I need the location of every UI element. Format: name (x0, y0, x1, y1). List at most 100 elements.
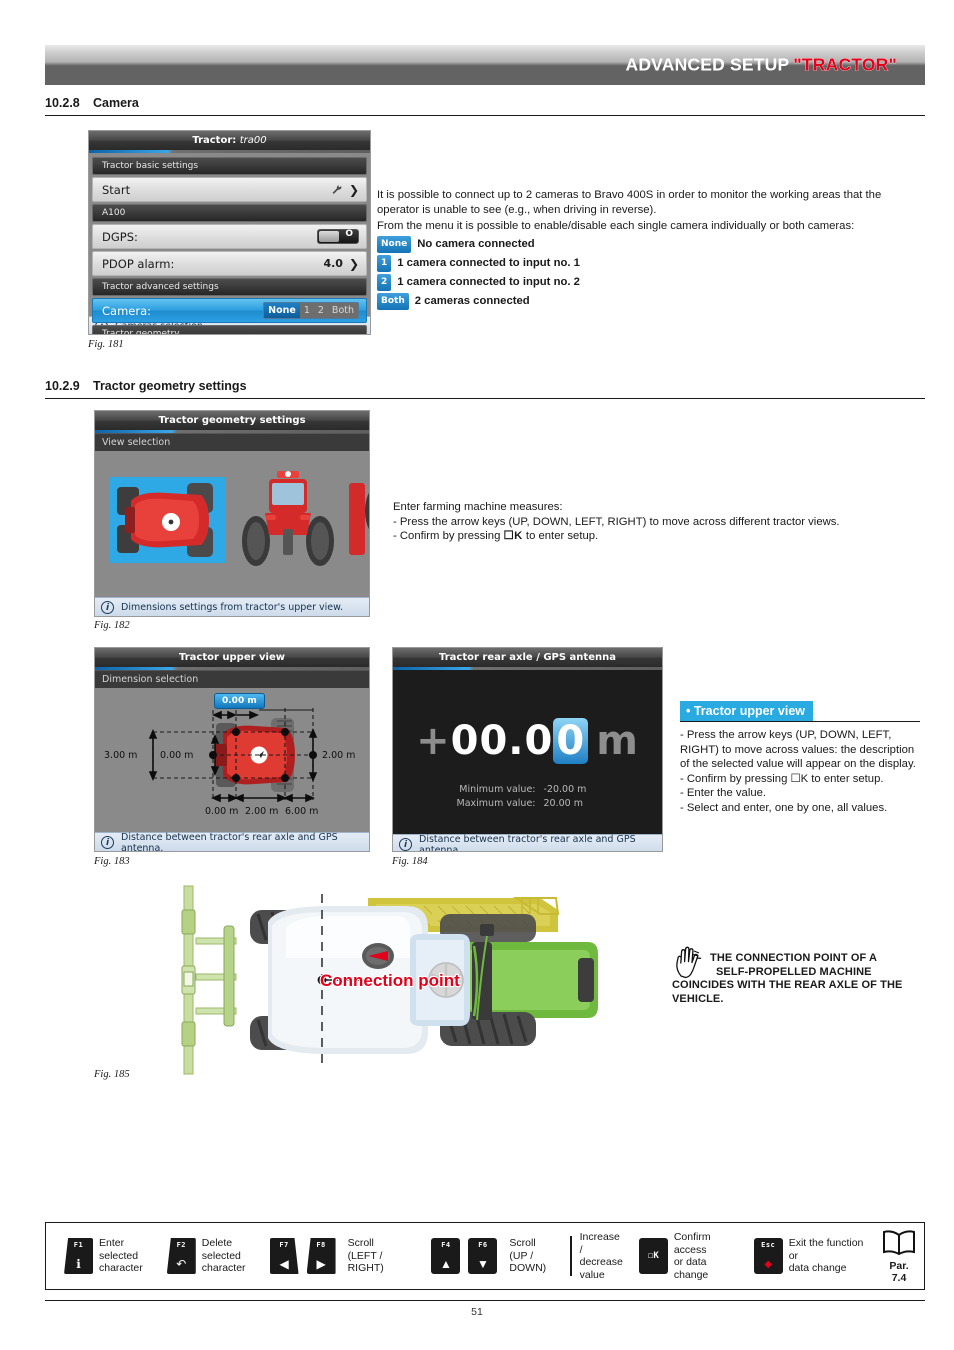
footer-rule (45, 1300, 925, 1301)
fig182-caption: Fig. 182 (94, 620, 130, 631)
fig185-caption: Fig. 185 (94, 1069, 130, 1080)
fig184-screen: Tractor rear axle / GPS antenna +00.00 m … (392, 647, 663, 852)
view-option-rear[interactable] (241, 469, 335, 573)
camera-option-1[interactable]: 1 (300, 303, 314, 318)
fig182-view-selection-area (95, 451, 369, 597)
key-f6[interactable]: F6 ▼ (468, 1238, 498, 1274)
highlighted-dimension-value[interactable]: 0.00 m (214, 693, 265, 709)
warning-line-3: COINCIDES WITH THE REAR AXLE OF THE (672, 979, 903, 991)
fig182-screen-title: Tractor geometry settings (95, 411, 369, 430)
warning-line-4: VEHICLE. (672, 992, 724, 1005)
badge-1: 1 (377, 255, 392, 272)
tractor-upper-view-icon (117, 483, 213, 557)
key-f8[interactable]: F8 ▶ (306, 1238, 336, 1274)
page-title-main: ADVANCED SETUP (625, 54, 790, 75)
row-dgps-label: DGPS: (102, 229, 138, 244)
camera-option-row: 1 1 camera connected to input no. 1 (377, 255, 925, 272)
legend-text-scroll-lr: Scroll (LEFT / RIGHT) (347, 1237, 384, 1275)
row-start-value: ❯ (331, 183, 359, 197)
row-dgps[interactable]: DGPS: O (92, 224, 367, 249)
row-pdop-chevron: ❯ (348, 256, 359, 271)
callout-line-5: - Enter the value. (680, 787, 767, 799)
camera-option-2[interactable]: 2 (314, 303, 328, 318)
camera-paragraph-2: From the menu it is possible to enable/d… (377, 220, 855, 232)
hand-warning-icon (676, 946, 702, 979)
paragraph-ref: Par. 7.4 (882, 1260, 916, 1284)
legend-item-esc: Esc ◆ Exit the function or data change (753, 1237, 866, 1275)
fig183-screen: Tractor upper view Dimension selection 0… (94, 647, 370, 852)
key-f1[interactable]: F1 ℹ (64, 1238, 93, 1274)
row-pdop-value-wrap: 4.0 ❯ (323, 257, 359, 271)
key-esc[interactable]: Esc ◆ (753, 1238, 783, 1274)
info-icon: i (101, 836, 114, 849)
value-limits: Minimum value: -20.00 m Maximum value: 2… (393, 783, 662, 811)
callout-line-2: RIGHT) to move across values: the descri… (680, 743, 915, 756)
camera-option-row: None No camera connected (377, 236, 925, 253)
info-icon: i (101, 601, 114, 614)
geometry-line-1: - Press the arrow keys (UP, DOWN, LEFT, … (393, 515, 840, 528)
row-pdop-alarm[interactable]: PDOP alarm: 4.0 ❯ (92, 251, 367, 276)
legend-item-scroll-lr: F7 ◀ F8 ▶ Scroll (LEFT / RIGHT) (269, 1237, 410, 1275)
dim-right-label: 2.00 m (322, 750, 356, 761)
camera-description: It is possible to connect up to 2 camera… (377, 188, 925, 310)
key-f4-label: F4 (441, 1241, 451, 1249)
camera-paragraph-1: It is possible to connect up to 2 camera… (377, 189, 882, 216)
tractor-rear-view-icon (242, 471, 334, 566)
row-start-chevron: ❯ (348, 182, 359, 197)
callout-line-1: - Press the arrow keys (UP, DOWN, LEFT, (680, 729, 892, 741)
group-advanced-settings: Tractor advanced settings (92, 278, 367, 296)
key-ok[interactable]: ☐K (638, 1238, 668, 1274)
min-value-row: Minimum value: -20.00 m (393, 783, 662, 797)
value-unit: m (596, 718, 639, 764)
value-digits: 00.0 (450, 718, 554, 764)
min-label: Minimum value: (459, 784, 536, 795)
camera-option-none[interactable]: None (264, 303, 300, 318)
legend-item-paragraph-ref: Par. 7.4 (882, 1229, 916, 1284)
wrench-icon (332, 184, 342, 194)
value-display[interactable]: +00.00 m (393, 718, 662, 764)
value-cursor-digit[interactable]: 0 (553, 718, 589, 764)
row-pdop-value: 4.0 (323, 257, 343, 270)
view-option-upper-selected[interactable] (109, 477, 225, 563)
key-f7[interactable]: F7 ◀ (269, 1238, 299, 1274)
fig183-subheader: Dimension selection (95, 670, 369, 688)
section-number: 10.2.8 (45, 96, 80, 110)
key-legend-bar: F1 ℹ Enter selected character F2 ↶ Delet… (45, 1222, 925, 1290)
dim-bottom-label-1: 0.00 m (205, 806, 239, 817)
legend-text-ok: Confirm access or data change (673, 1231, 711, 1281)
callout-heading: • Tractor upper view (680, 701, 813, 721)
camera-option-text-none: No camera connected (417, 238, 535, 250)
legend-text-f1: Enter selected character (99, 1237, 143, 1275)
key-f1-glyph: ℹ (76, 1257, 81, 1271)
key-f4[interactable]: F4 ▲ (431, 1238, 461, 1274)
ok-key-glyph: ☐K (503, 530, 523, 542)
key-f2[interactable]: F2 ↶ (166, 1238, 196, 1274)
row-start[interactable]: Start ❯ (92, 177, 367, 202)
row-camera[interactable]: Camera: None 1 2 Both (92, 298, 367, 323)
view-option-side[interactable] (347, 475, 369, 567)
camera-option-text-both: 2 cameras connected (414, 295, 530, 307)
camera-option-text-2: 1 camera connected to input no. 2 (397, 276, 580, 288)
fig182-info-text: Dimensions settings from tractor's upper… (121, 602, 344, 613)
group-tractor-geometry: Tractor geometry (92, 325, 367, 334)
dgps-toggle[interactable]: O (317, 229, 359, 244)
paragraph-ref-label: Par. (889, 1259, 909, 1272)
geometry-instructions: Enter farming machine measures: - Press … (393, 500, 863, 544)
row-start-label: Start (102, 182, 131, 197)
geometry-line-2-post: to enter setup. (522, 530, 599, 542)
fig182-info-bar: i Dimensions settings from tractor's upp… (95, 597, 369, 616)
callout-line-6: - Select and enter, one by one, all valu… (680, 801, 888, 814)
warning-block: THE CONNECTION POINT OF A SELF-PROPELLED… (672, 946, 928, 1006)
legend-item-scroll-ud: F4 ▲ F6 ▼ Scroll (UP / DOWN) (431, 1237, 561, 1275)
tractor-side-view-icon (349, 483, 369, 555)
badge-both: Both (377, 293, 409, 310)
section-title: Camera (93, 96, 139, 110)
fig183-dimension-area: 0.00 m 3.00 m 0.00 m 2.00 m 0.00 m 2.00 … (95, 688, 369, 832)
camera-segmented-control[interactable]: None 1 2 Both (263, 302, 359, 319)
row-pdop-label: PDOP alarm: (102, 256, 175, 271)
geometry-line-2-pre: - Confirm by pressing (393, 530, 504, 542)
dgps-toggle-label: O (345, 229, 353, 239)
camera-options-list: None No camera connected 1 1 camera conn… (377, 236, 925, 310)
camera-option-both[interactable]: Both (328, 303, 358, 318)
fig181-body: Tractor basic settings Start ❯ A100 DGPS… (89, 153, 370, 334)
